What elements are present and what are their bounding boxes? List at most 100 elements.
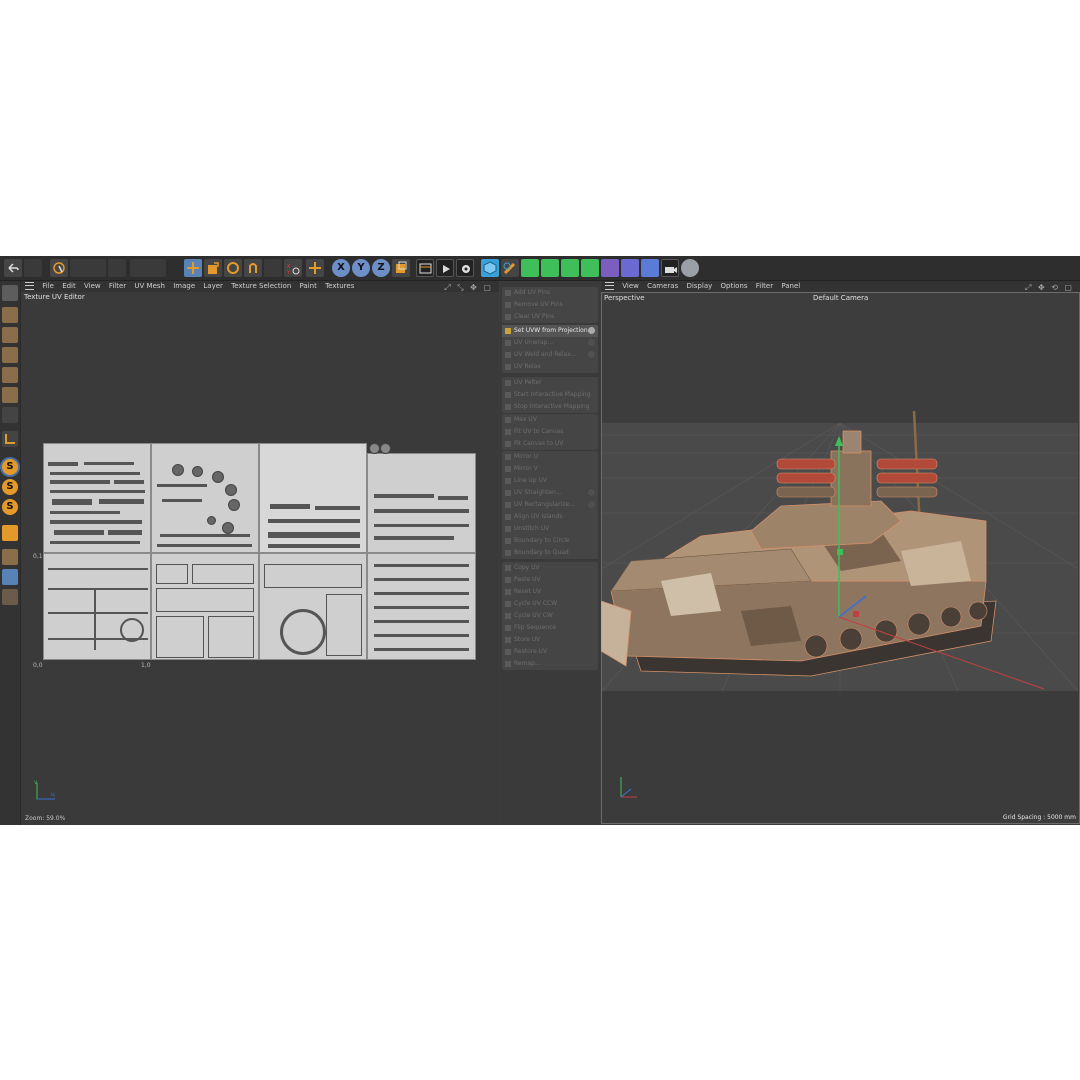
menu-textures[interactable]: Textures — [325, 281, 354, 292]
extrude-icon[interactable] — [541, 259, 559, 277]
command-copy-uv[interactable]: Copy UV — [502, 562, 598, 574]
command-set-uvw-from-projection[interactable]: Set UVW from Projection... — [502, 325, 598, 337]
gear-icon[interactable] — [588, 327, 595, 334]
command-restore-uv[interactable]: Restore UV — [502, 646, 598, 658]
command-unstitch-uv[interactable]: Unstitch UV — [502, 523, 598, 535]
command-boundary-to-circle[interactable]: Boundary to Circle — [502, 535, 598, 547]
command-align-uv-islands[interactable]: Align UV Islands — [502, 511, 598, 523]
gear-icon[interactable] — [588, 489, 595, 496]
move-icon[interactable] — [184, 259, 202, 277]
command-clear-uv-pins[interactable]: Clear UV Pins — [502, 311, 598, 323]
cloner-icon[interactable] — [561, 259, 579, 277]
transform-icon[interactable]: XY — [284, 259, 302, 277]
command-flip-sequence[interactable]: Flip Sequence — [502, 622, 598, 634]
field-icon[interactable] — [621, 259, 639, 277]
view-nav-icons[interactable]: ⤢ ⤡ ✥ ▢ — [444, 283, 493, 293]
lock-icon[interactable] — [2, 569, 18, 585]
snap-settings-icon[interactable]: S — [2, 479, 18, 495]
command-uv-unwrap[interactable]: UV Unwrap... — [502, 337, 598, 349]
command-reset-uv[interactable]: Reset UV — [502, 586, 598, 598]
menu-texture-selection[interactable]: Texture Selection — [231, 281, 291, 292]
texture-tag-icon[interactable] — [2, 589, 18, 605]
uv-polygons-icon[interactable] — [244, 259, 262, 277]
menu-view[interactable]: View — [84, 281, 101, 292]
gear-icon[interactable] — [588, 339, 595, 346]
layers-icon[interactable] — [2, 549, 18, 565]
command-remap[interactable]: Remap... — [502, 658, 598, 670]
cube-icon[interactable] — [481, 259, 499, 277]
render-view-icon[interactable] — [416, 259, 434, 277]
command-store-uv[interactable]: Store UV — [502, 634, 598, 646]
edges-mode-icon[interactable] — [2, 387, 18, 403]
uv-mesh-icon[interactable] — [264, 259, 282, 277]
live-selection-icon[interactable] — [50, 259, 68, 277]
uv-tile — [367, 453, 476, 553]
model-mode-icon[interactable] — [70, 259, 106, 277]
uv-points-icon[interactable] — [130, 259, 166, 277]
command-max-uv[interactable]: Max UV — [502, 414, 598, 426]
light-icon[interactable] — [681, 259, 699, 277]
snap-icon[interactable]: S — [2, 459, 18, 475]
camera-icon[interactable] — [661, 259, 679, 277]
rotate-icon[interactable] — [224, 259, 242, 277]
command-uv-straighten[interactable]: UV Straighten... — [502, 487, 598, 499]
hamburger-icon[interactable] — [25, 282, 34, 290]
floor-icon[interactable] — [641, 259, 659, 277]
perspective-viewport[interactable]: View Cameras Display Options Filter Pane… — [601, 281, 1080, 825]
scale-icon[interactable] — [204, 259, 222, 277]
menu-image[interactable]: Image — [173, 281, 195, 292]
soft-selection-icon[interactable]: S — [2, 499, 18, 515]
world-coordinates-icon[interactable] — [392, 259, 410, 277]
command-cycle-uv-cw[interactable]: Cycle UV CW — [502, 610, 598, 622]
texture-mode-icon[interactable] — [2, 327, 18, 343]
polygons-mode-icon[interactable] — [2, 407, 18, 423]
menu-file[interactable]: File — [42, 281, 54, 292]
command-line-up-uv[interactable]: Line Up UV — [502, 475, 598, 487]
menu-layer[interactable]: Layer — [203, 281, 223, 292]
command-stop-interactive-mapping[interactable]: Stop Interactive Mapping — [502, 401, 598, 413]
command-add-uv-pins[interactable]: Add UV Pins — [502, 287, 598, 299]
command-mirror-v[interactable]: Mirror V — [502, 463, 598, 475]
axis-mode-icon[interactable] — [2, 431, 18, 447]
command-boundary-to-quad[interactable]: Boundary to Quad — [502, 547, 598, 559]
coordinate-system-icon[interactable] — [306, 259, 324, 277]
tank-model[interactable] — [601, 281, 1080, 825]
paint-icon[interactable] — [2, 525, 18, 541]
menu-edit[interactable]: Edit — [62, 281, 76, 292]
x-axis-icon[interactable]: X — [332, 259, 350, 277]
gear-icon[interactable] — [588, 501, 595, 508]
menu-uv-mesh[interactable]: UV Mesh — [134, 281, 165, 292]
uv-tile — [151, 443, 259, 553]
gear-icon[interactable] — [588, 351, 595, 358]
command-mirror-u[interactable]: Mirror U — [502, 451, 598, 463]
command-fit-canvas-to-uv[interactable]: Fit Canvas to UV — [502, 438, 598, 450]
gizmo-v-label: v — [34, 779, 38, 786]
array-icon[interactable] — [581, 259, 599, 277]
y-axis-icon[interactable]: Y — [352, 259, 370, 277]
command-uv-pelter[interactable]: UV Pelter — [502, 377, 598, 389]
undo-icon[interactable] — [4, 259, 22, 277]
make-editable-icon[interactable] — [2, 285, 18, 301]
render-picture-viewer-icon[interactable] — [436, 259, 454, 277]
command-paste-uv[interactable]: Paste UV — [502, 574, 598, 586]
uv-canvas[interactable] — [43, 443, 476, 660]
menu-filter[interactable]: Filter — [109, 281, 126, 292]
command-uv-relax[interactable]: UV Relax — [502, 361, 598, 373]
deformer-icon[interactable] — [601, 259, 619, 277]
render-settings-icon[interactable] — [456, 259, 474, 277]
command-uv-weld-and-relax[interactable]: UV Weld and Relax... — [502, 349, 598, 361]
subdivision-icon[interactable] — [521, 259, 539, 277]
command-start-interactive-mapping[interactable]: Start Interactive Mapping — [502, 389, 598, 401]
command-uv-rectangularize[interactable]: UV Rectangularize... — [502, 499, 598, 511]
menu-paint[interactable]: Paint — [300, 281, 317, 292]
command-remove-uv-pins[interactable]: Remove UV Pins — [502, 299, 598, 311]
command-fit-uv-to-canvas[interactable]: Fit UV to Canvas — [502, 426, 598, 438]
points-mode-icon[interactable] — [2, 367, 18, 383]
workplane-icon[interactable] — [2, 347, 18, 363]
model-mode-icon[interactable] — [2, 307, 18, 323]
z-axis-icon[interactable]: Z — [372, 259, 390, 277]
pen-icon[interactable] — [501, 259, 519, 277]
command-cycle-uv-ccw[interactable]: Cycle UV CCW — [502, 598, 598, 610]
redo-icon[interactable] — [24, 259, 42, 277]
points-mode-icon[interactable] — [108, 259, 126, 277]
